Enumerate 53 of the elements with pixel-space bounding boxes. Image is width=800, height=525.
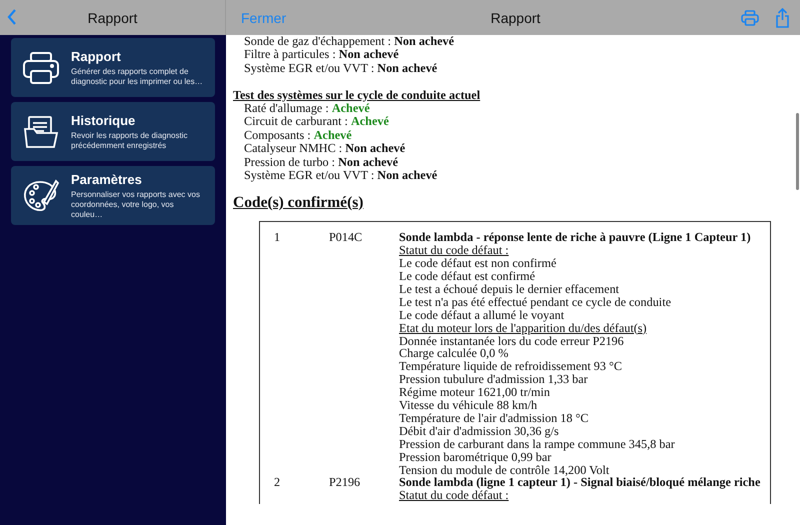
menu-card[interactable]: Paramètres Personnaliser vos rapports avec vos coordonnées, votre logo, vos couleu… [11,166,215,225]
palette-icon [22,178,60,214]
code-id: P014C [329,231,364,246]
sidebar-title: Rapport [88,10,138,26]
card-description: Générer des rapports complet de diagnostic pour les imprimer ou les… [71,66,204,86]
status-line: Filtre à particules : Non achevé [243,48,400,62]
card-title: Rapport [71,48,122,64]
code-title: Sonde lambda (ligne 1 capteur 1) - Signal biaisé/bloqué mélange riche [399,476,762,490]
detail-line: Le test n'a pas été effectué pendant ce cycle de conduite [399,296,672,309]
detail-line: Régime moteur 1621,00 tr/min [399,386,551,400]
status-line: Catalyseur NMHC : Non achevé [243,142,406,156]
back-icon[interactable] [6,8,18,26]
section-heading: Test des systèmes sur le cycle de conduite actuel [233,88,482,102]
status-line: Système EGR et/ou VVT : Non achevé [243,169,438,182]
detail-line: Donnée instantanée lors du code erreur P2196 [399,334,624,348]
detail-line: Le code défaut est confirmé [399,270,536,283]
detail-line: Pression barométrique 0,99 bar [399,450,552,464]
detail-line: Vitesse du véhicule 88 km/h [399,399,538,412]
status-line: Système EGR et/ou VVT : Non achevé [243,62,438,76]
printer-icon[interactable] [741,10,759,26]
subheading: Statut du code défaut : [399,244,509,258]
code-id: P2196 [329,476,362,492]
detail-line: Le code défaut a allumé le voyant [399,308,564,322]
detail-line: Pression tubulure d'admission 1,33 bar [399,373,589,386]
status-line: Circuit de carburant : Achevé [243,115,390,129]
subheading: Statut du code défaut : [399,489,510,502]
detail-line: Charge calculée 0,0 % [399,347,510,360]
report-title: Rapport [490,10,540,26]
share-icon[interactable] [775,8,790,28]
card-title: Historique [71,112,136,128]
detail-line: Débit d'air d'admission 30,36 g/s [399,424,560,438]
status-line: Sonde de gaz d'échappement : Non achevé [243,35,456,48]
status-line: Composants : Achevé [243,128,353,142]
card-description: Personnaliser vos rapports avec vos coordonnées, votre logo, vos couleu… [71,190,201,220]
detail-line: Température de l'air d'admission 18 °C [399,412,590,425]
code-number: 2 [274,476,282,492]
detail-line: Pression de carburant dans la rampe commune 345,8 bar [399,438,676,451]
menu-card[interactable]: Rapport Générer des rapports complet de diagnostic pour les imprimer ou les… [11,38,215,97]
status-line: Raté d'allumage : Achevé [243,102,370,116]
folder-icon [22,114,60,148]
card-title: Paramètres [71,172,143,186]
menu-card[interactable]: Historique Revoir les rapports de diagnostic précédemment enregistrés [11,102,215,161]
detail-line: Température liquide de refroidissement 93 °C [399,360,623,374]
code-number: 1 [274,231,282,246]
card-description: Revoir les rapports de diagnostic précédemment enregistrés [71,130,189,150]
code-title: Sonde lambda - réponse lente de riche à pauvre (Ligne 1 Capteur 1) [399,231,752,244]
detail-line: Tension du module de contrôle 14,200 Volt [399,464,610,476]
printer-icon [22,50,60,84]
codes-heading: Code(s) confirmé(s) [233,196,364,210]
status-line: Pression de turbo : Non achevé [243,156,400,170]
subheading: Etat du moteur lors de l'apparition du/des défaut(s) [399,322,648,334]
detail-line: Le code défaut est non confirmé [399,257,558,270]
detail-line: Le test a échoué depuis le dernier effacement [399,282,620,296]
